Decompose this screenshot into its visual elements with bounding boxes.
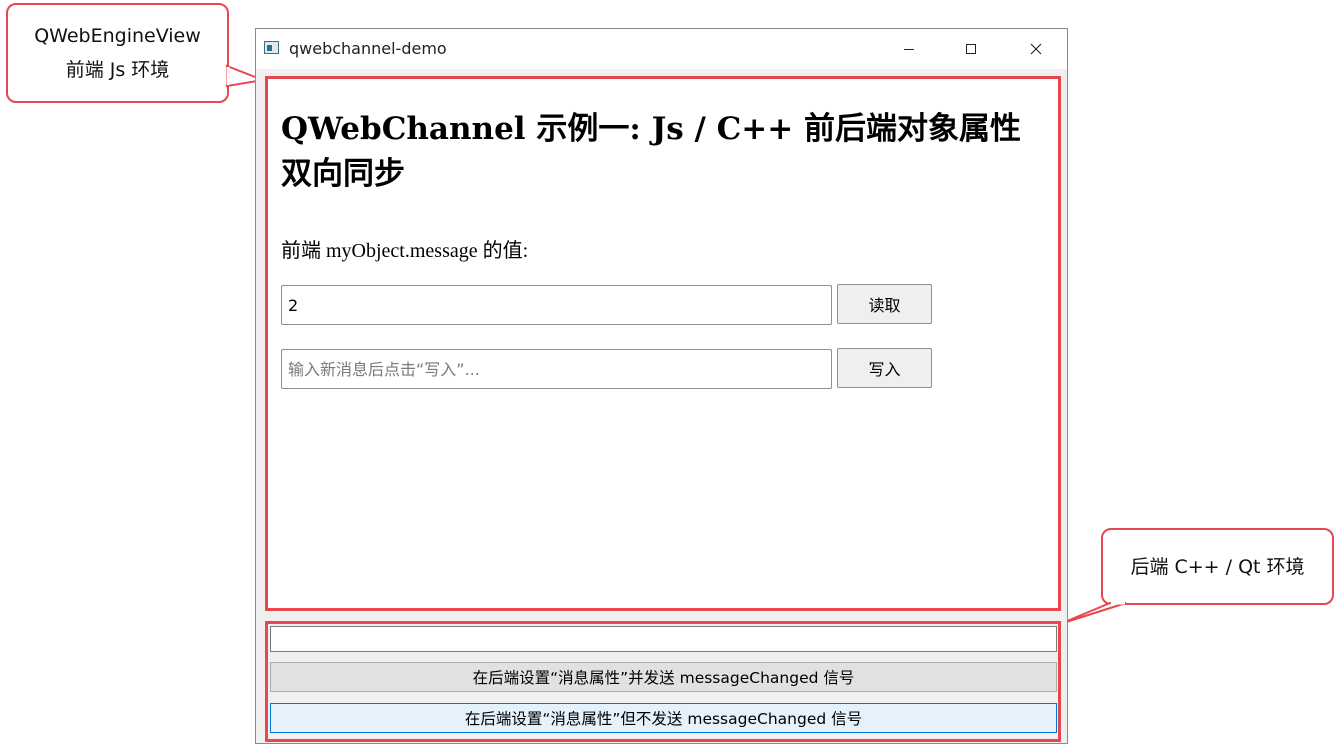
app-window: qwebchannel-demo QWebChannel 示例一: Js / C… bbox=[255, 28, 1068, 744]
app-icon bbox=[264, 41, 279, 54]
set-and-send-signal-button[interactable]: 在后端设置“消息属性”并发送 messageChanged 信号 bbox=[270, 662, 1057, 692]
maximize-icon bbox=[966, 44, 976, 54]
read-button[interactable]: 读取 bbox=[837, 284, 932, 324]
backend-pointer bbox=[1059, 602, 1127, 625]
page-title: QWebChannel 示例一: Js / C++ 前后端对象属性双向同步 bbox=[281, 111, 1022, 192]
minimize-icon bbox=[904, 49, 914, 50]
message-value-label: 前端 myObject.message 的值: bbox=[281, 240, 529, 262]
title-bar: qwebchannel-demo bbox=[256, 29, 1067, 69]
minimize-button[interactable] bbox=[886, 29, 932, 69]
annotation-callout-frontend: QWebEngineView 前端 Js 环境 bbox=[6, 3, 229, 103]
set-without-signal-button[interactable]: 在后端设置“消息属性”但不发送 messageChanged 信号 bbox=[270, 703, 1057, 733]
annotation-callout-backend: 后端 C++ / Qt 环境 bbox=[1101, 528, 1334, 605]
annotation-text: 后端 C++ / Qt 环境 bbox=[1130, 555, 1305, 578]
maximize-button[interactable] bbox=[948, 29, 994, 69]
backend-panel: 在后端设置“消息属性”并发送 messageChanged 信号 在后端设置“消… bbox=[265, 621, 1061, 742]
annotation-line-1: QWebEngineView bbox=[34, 25, 201, 47]
message-value-input[interactable] bbox=[281, 285, 832, 325]
close-button[interactable] bbox=[1013, 29, 1059, 69]
write-button[interactable]: 写入 bbox=[837, 348, 932, 388]
window-title: qwebchannel-demo bbox=[289, 39, 447, 58]
annotation-line-2: 前端 Js 环境 bbox=[65, 59, 170, 81]
backend-message-input[interactable] bbox=[270, 626, 1057, 652]
web-engine-view: QWebChannel 示例一: Js / C++ 前后端对象属性双向同步 前端… bbox=[265, 76, 1061, 611]
close-icon bbox=[1030, 43, 1042, 55]
new-message-input[interactable] bbox=[281, 349, 832, 389]
